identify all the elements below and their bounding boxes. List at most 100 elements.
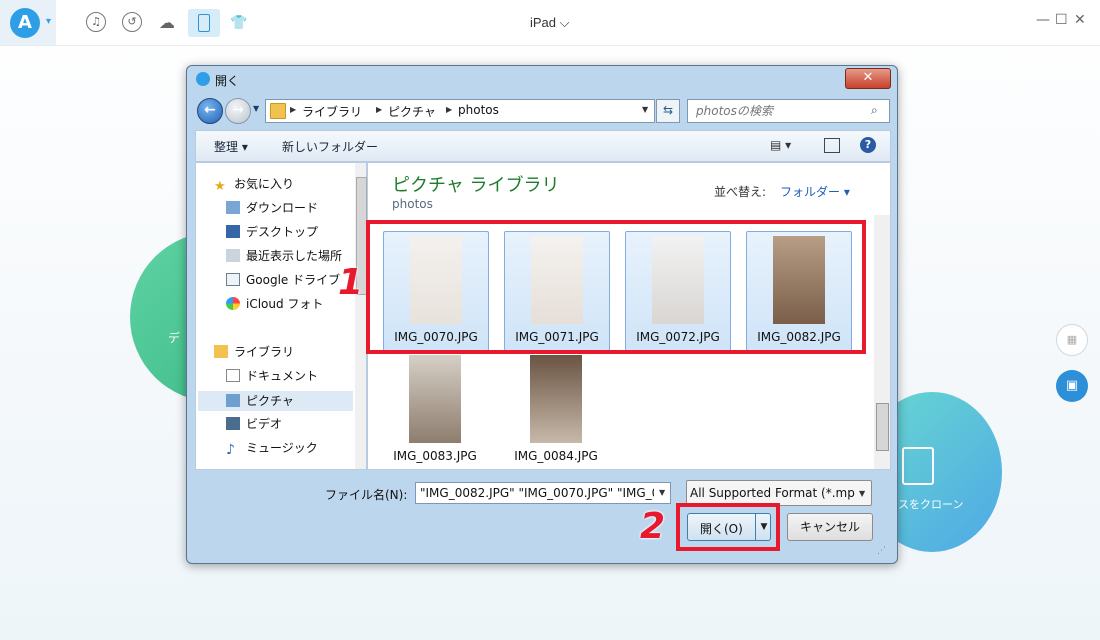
- refresh-button[interactable]: ⇆: [656, 99, 680, 123]
- resize-grip-icon[interactable]: ⋰: [877, 546, 886, 556]
- library-folder-icon: [214, 345, 228, 358]
- step-badge-2: 2: [640, 506, 666, 547]
- content-scrollbar[interactable]: [874, 215, 890, 469]
- new-folder-button[interactable]: 新しいフォルダー: [282, 138, 378, 155]
- file-tile[interactable]: IMG_0084.JPG: [504, 351, 608, 469]
- maximize-icon[interactable]: ☐: [1055, 12, 1068, 28]
- desktop-icon: [226, 225, 240, 238]
- tablet-icon: [198, 14, 210, 32]
- nav-item-recent[interactable]: 最近表示した場所: [226, 247, 342, 267]
- nav-item-label: ミュージック: [246, 441, 318, 455]
- nav-item-pictures[interactable]: ピクチャ: [198, 391, 353, 411]
- music-note-icon: ♪: [226, 442, 235, 458]
- cloud-icon[interactable]: ☁: [156, 12, 178, 34]
- file-type-dropdown-icon[interactable]: ▼: [859, 489, 865, 498]
- top-bar: A ▾ ♫ ↺ ☁ 👕 iPad ⌵ — ☐ ✕: [0, 0, 1100, 46]
- address-bar[interactable]: ▶ ライブラリ ▶ ピクチャ ▶ photos ▼: [265, 99, 655, 123]
- app-small-icon: [196, 72, 210, 86]
- breadcrumb-photos[interactable]: photos: [458, 103, 499, 117]
- filename-dropdown-icon[interactable]: ▼: [659, 488, 665, 497]
- star-icon: ★: [214, 179, 226, 194]
- breadcrumb-arrow-icon[interactable]: ▶: [290, 105, 296, 114]
- nav-item-icloud[interactable]: iCloud フォト: [226, 295, 323, 315]
- content-scrollbar-thumb[interactable]: [876, 403, 889, 451]
- nav-libraries[interactable]: ライブラリ: [214, 343, 294, 363]
- feature-circle-left-label: デ: [168, 331, 181, 345]
- library-subtitle: photos: [392, 197, 433, 211]
- nav-item-google-drive[interactable]: Google ドライブ: [226, 271, 340, 291]
- search-icon[interactable]: ⌕: [871, 103, 878, 118]
- nav-item-label: ドキュメント: [246, 369, 319, 383]
- clone-icon: [902, 447, 934, 485]
- anytrans-logo-icon: A: [10, 8, 40, 38]
- library-title: ピクチャ ライブラリ: [392, 175, 560, 196]
- nav-item-label: Google ドライブ: [246, 273, 341, 287]
- nav-item-desktop[interactable]: デスクトップ: [226, 223, 318, 243]
- breadcrumb-arrow-icon[interactable]: ▶: [376, 105, 382, 114]
- navigation-pane: ★ お気に入り ダウンロード デスクトップ 最近表示した場所 Google ドライ…: [195, 162, 367, 470]
- view-options-icon[interactable]: ▤ ▾: [770, 138, 791, 152]
- cancel-button[interactable]: キャンセル: [787, 513, 873, 541]
- nav-libraries-label: ライブラリ: [234, 345, 295, 359]
- recent-places-icon: [226, 249, 240, 262]
- photo-thumbnail: [409, 355, 461, 443]
- file-name: IMG_0083.JPG: [393, 449, 477, 463]
- app-logo[interactable]: A ▾: [0, 0, 56, 45]
- nav-favorites[interactable]: ★ お気に入り: [214, 175, 294, 195]
- nav-item-label: ダウンロード: [246, 201, 319, 215]
- toolbox-icon[interactable]: ▣: [1056, 370, 1088, 402]
- search-box[interactable]: ⌕: [687, 99, 890, 123]
- breadcrumb-arrow-icon[interactable]: ▶: [446, 105, 452, 114]
- file-name: IMG_0084.JPG: [514, 449, 598, 463]
- close-icon[interactable]: ✕: [1074, 12, 1086, 28]
- minimize-icon[interactable]: —: [1036, 12, 1050, 28]
- breadcrumb-pictures[interactable]: ピクチャ: [388, 103, 436, 120]
- nav-favorites-label: お気に入り: [234, 177, 295, 191]
- nav-item-videos[interactable]: ビデオ: [226, 415, 282, 435]
- dialog-close-button[interactable]: ✕: [845, 68, 891, 89]
- search-input[interactable]: [694, 102, 868, 120]
- nav-item-label: デスクトップ: [246, 225, 319, 239]
- device-tab[interactable]: [188, 9, 220, 37]
- nav-item-music[interactable]: ♪ ミュージック: [226, 439, 318, 459]
- back-button[interactable]: ←: [197, 98, 223, 124]
- sort-label: 並べ替え:: [714, 185, 767, 199]
- nav-item-documents[interactable]: ドキュメント: [226, 367, 318, 387]
- dialog-titlebar[interactable]: 開く ✕: [187, 66, 897, 92]
- tshirt-icon[interactable]: 👕: [228, 12, 250, 34]
- history-dropdown-icon[interactable]: ▼: [253, 104, 259, 113]
- icloud-photos-icon: [226, 297, 240, 310]
- photo-thumbnail: [530, 355, 582, 443]
- restore-icon[interactable]: ↺: [122, 12, 142, 32]
- step-badge-1: 1: [338, 262, 364, 303]
- preview-pane-icon[interactable]: [824, 138, 840, 153]
- grid-view-icon[interactable]: ▦: [1056, 324, 1088, 356]
- nav-scrollbar[interactable]: [355, 163, 367, 469]
- chevron-down-icon: ▾: [46, 16, 52, 27]
- device-selector[interactable]: iPad ⌵: [530, 15, 570, 31]
- nav-item-label: ピクチャ: [246, 394, 294, 408]
- help-icon[interactable]: ?: [860, 137, 876, 153]
- filename-label: ファイル名(N):: [325, 488, 408, 502]
- file-tile[interactable]: IMG_0083.JPG: [383, 351, 487, 469]
- document-icon: [226, 369, 240, 382]
- nav-item-label: 最近表示した場所: [246, 249, 343, 263]
- dialog-title: 開く: [215, 74, 240, 88]
- highlight-box-open: [676, 503, 780, 551]
- video-icon: [226, 417, 240, 430]
- clone-device-label: スをクローン: [898, 498, 964, 511]
- organize-button[interactable]: 整理 ▾: [214, 138, 248, 155]
- download-folder-icon: [226, 201, 240, 214]
- command-bar: 整理 ▾ 新しいフォルダー ▤ ▾ ?: [195, 130, 891, 162]
- pictures-icon: [226, 394, 240, 407]
- address-dropdown-icon[interactable]: ▼: [642, 105, 648, 114]
- forward-button[interactable]: →: [225, 98, 251, 124]
- nav-item-downloads[interactable]: ダウンロード: [226, 199, 318, 219]
- nav-item-label: ビデオ: [246, 417, 283, 431]
- google-drive-icon: [226, 273, 240, 286]
- breadcrumb-library[interactable]: ライブラリ: [302, 103, 362, 120]
- folder-icon: [270, 103, 286, 119]
- music-icon[interactable]: ♫: [86, 12, 106, 32]
- sort-dropdown[interactable]: フォルダー ▾: [780, 183, 850, 200]
- filename-input[interactable]: [415, 482, 671, 504]
